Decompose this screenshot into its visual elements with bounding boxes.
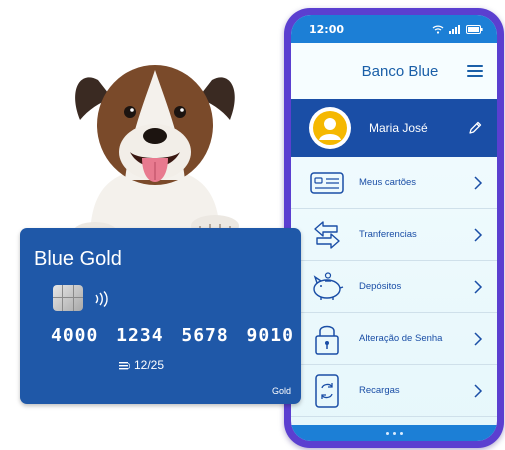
- card-tier: Gold: [271, 386, 291, 396]
- card-title: Blue Gold: [34, 248, 122, 270]
- card-expiry: 12/25: [134, 358, 165, 372]
- menu-list: Meus cartões Tranferencias Depósitos Alt…: [291, 157, 497, 417]
- page-dot: [399, 431, 403, 435]
- app-header: Banco Blue: [291, 43, 497, 99]
- bottom-bar: [291, 425, 497, 441]
- padlock-icon: [309, 321, 345, 357]
- signal-icon: [449, 24, 460, 34]
- user-avatar-icon: [313, 111, 347, 145]
- battery-icon: [466, 24, 483, 34]
- menu-item-meus-cartoes[interactable]: Meus cartões: [291, 157, 497, 209]
- dog-illustration: [73, 65, 239, 240]
- menu-item-alteracao-de-senha[interactable]: Alteração de Senha: [291, 313, 497, 365]
- chevron-right-icon: [474, 175, 483, 190]
- profile-name: Maria José: [369, 121, 428, 135]
- menu-item-label: Recargas: [359, 385, 400, 396]
- credit-card[interactable]: Blue Gold 4000 1234 5678 9010 12/25 Gold: [20, 228, 301, 404]
- contactless-icon: [95, 291, 108, 307]
- menu-item-label: Alteração de Senha: [359, 333, 443, 344]
- valid-thru-icon: [119, 362, 130, 370]
- menu-item-label: Depósitos: [359, 281, 402, 292]
- status-icons: [432, 24, 483, 34]
- menu-item-label: Tranferencias: [359, 229, 417, 240]
- status-bar: 12:00: [291, 15, 497, 43]
- cards-icon: [309, 165, 345, 201]
- chevron-right-icon: [474, 279, 483, 294]
- card-number: 4000 1234 5678 9010: [51, 325, 294, 346]
- chevron-right-icon: [474, 227, 483, 242]
- card-chip-icon: [53, 285, 83, 311]
- chevron-right-icon: [474, 331, 483, 346]
- phone-recharge-icon: [309, 373, 345, 409]
- phone-frame: 12:00 Banco Blue Maria José Meus cartões…: [284, 8, 504, 448]
- app-title: Banco Blue: [361, 62, 439, 80]
- avatar[interactable]: [309, 107, 351, 149]
- profile-bar: Maria José: [291, 99, 497, 157]
- chevron-right-icon: [474, 383, 483, 398]
- menu-item-label: Meus cartões: [359, 177, 417, 188]
- edit-pencil-icon[interactable]: [467, 120, 483, 136]
- menu-item-tranferencias[interactable]: Tranferencias: [291, 209, 497, 261]
- status-time: 12:00: [309, 22, 345, 36]
- transfer-arrows-icon: [309, 217, 345, 253]
- piggy-bank-icon: [309, 269, 345, 305]
- wifi-icon: [432, 24, 444, 34]
- page-dot: [385, 431, 389, 435]
- hamburger-menu-icon[interactable]: [467, 65, 483, 77]
- menu-item-recargas[interactable]: Recargas: [291, 365, 497, 417]
- phone-screen: 12:00 Banco Blue Maria José Meus cartões…: [291, 15, 497, 441]
- page-dot: [392, 431, 396, 435]
- menu-item-depositos[interactable]: Depósitos: [291, 261, 497, 313]
